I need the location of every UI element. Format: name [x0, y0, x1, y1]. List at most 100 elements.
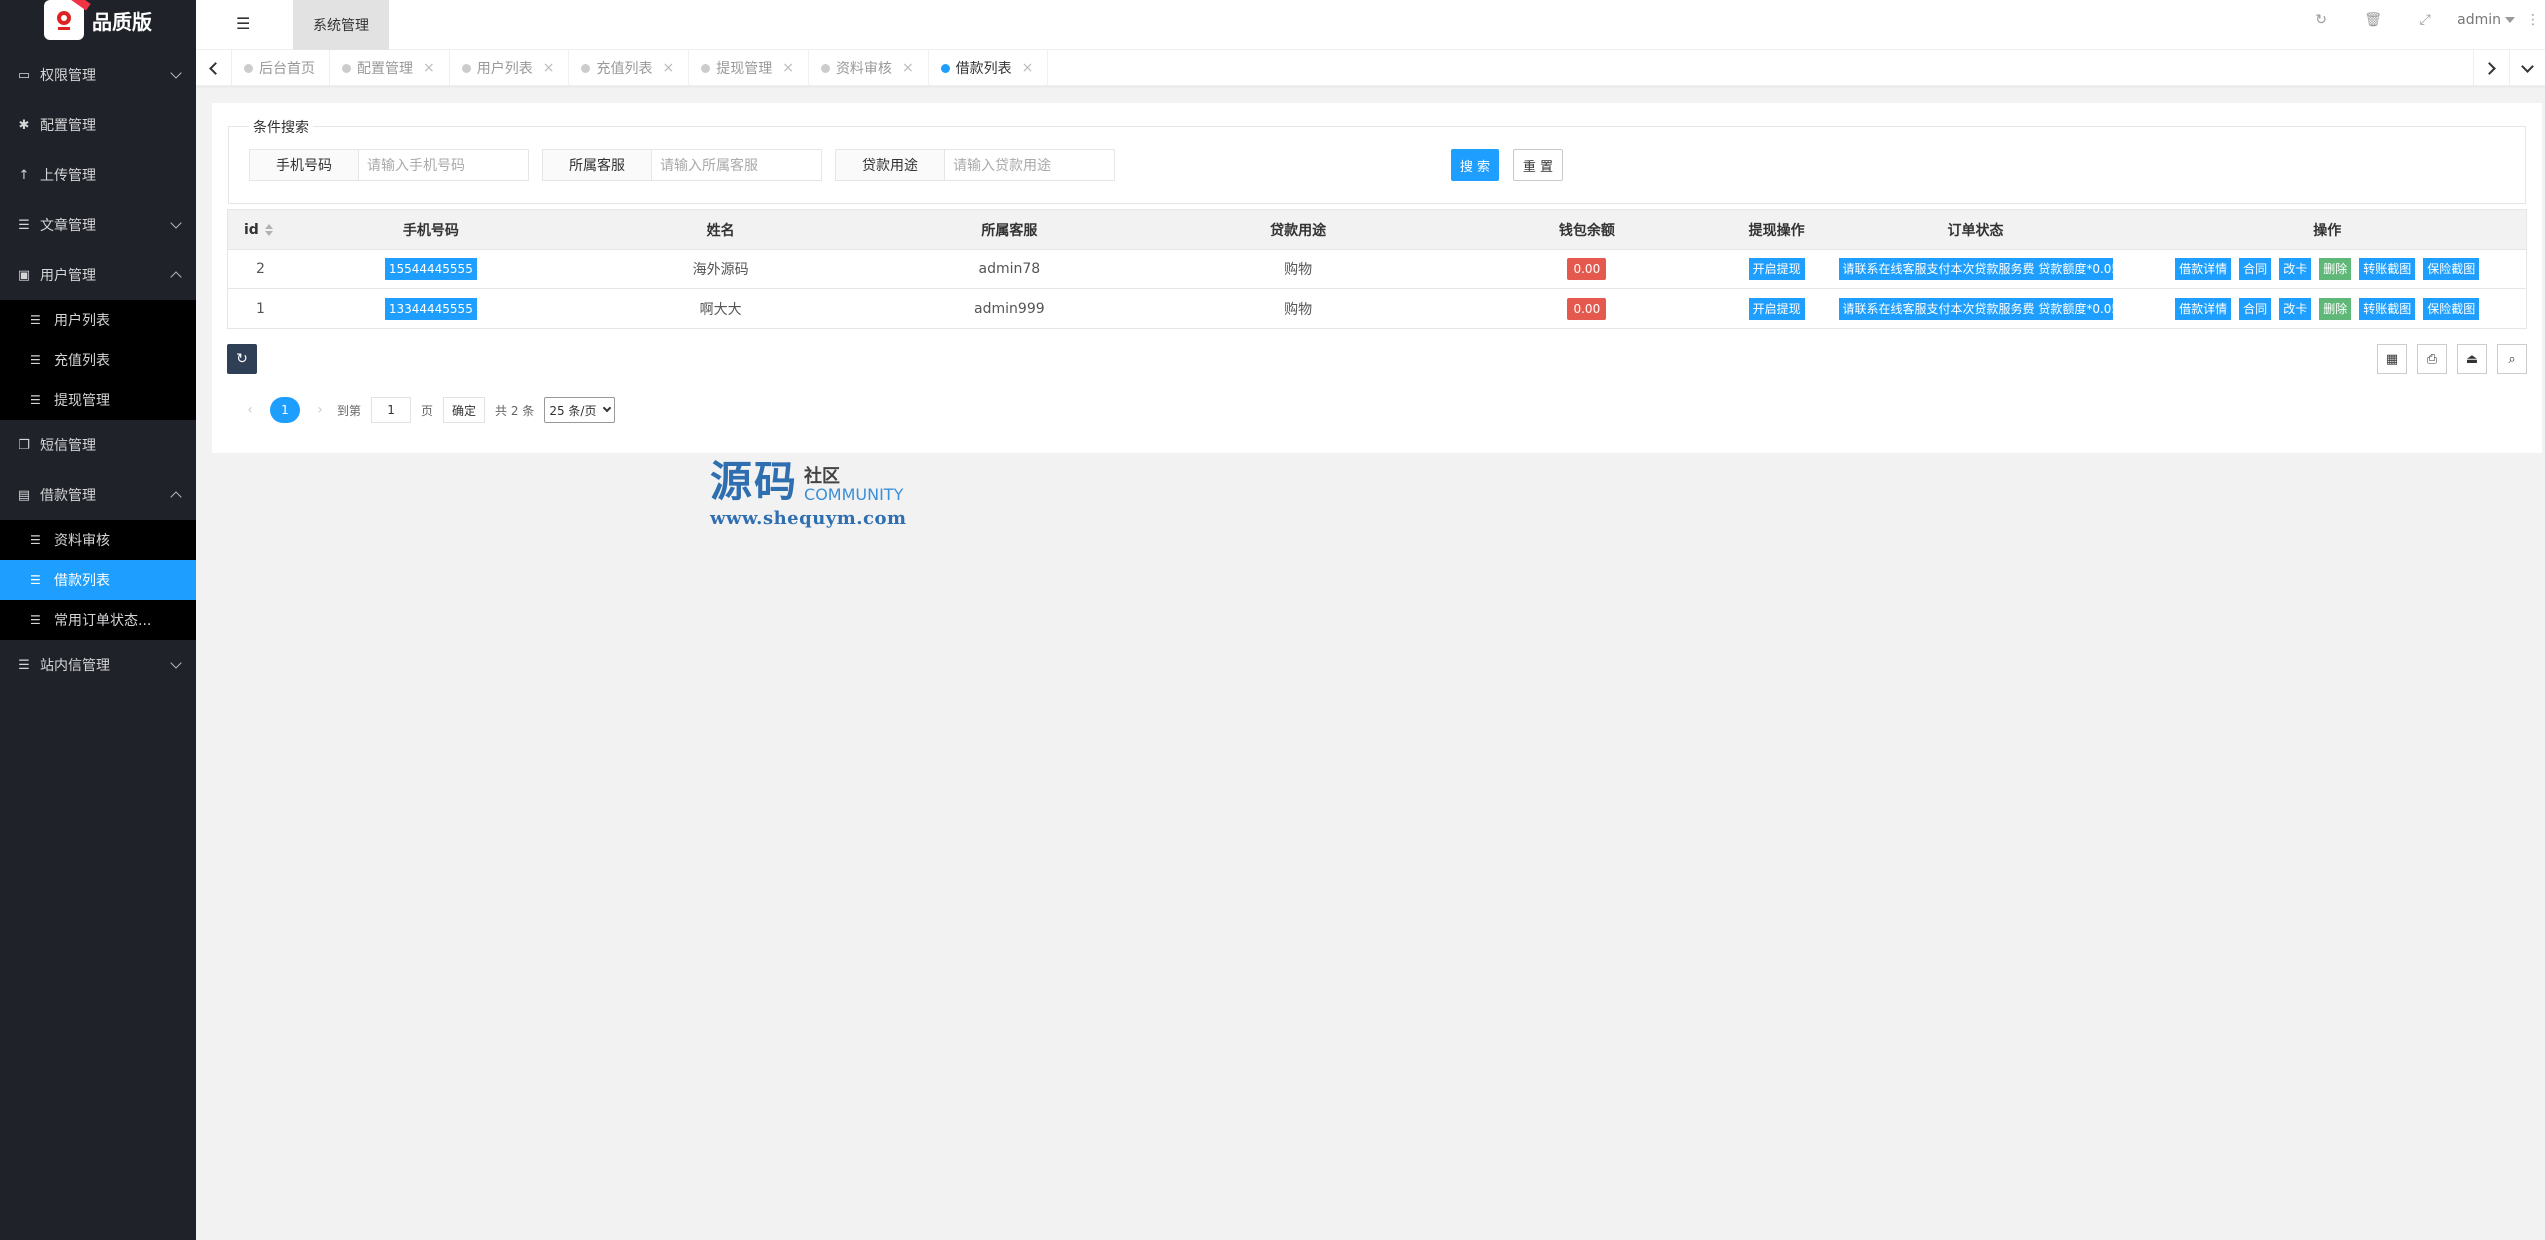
chevron-right-icon — [2483, 61, 2496, 75]
sidebar-item-withdraw[interactable]: ☰ 提现管理 — [0, 380, 196, 420]
change-card-button[interactable]: 改卡 — [2279, 297, 2312, 320]
chevron-down-icon — [2521, 59, 2534, 73]
loan-table: id 手机号码 姓名 所属客服 贷款用途 钱包余额 提现操作 订单状态 操作 2… — [227, 209, 2527, 329]
tab-bar: 后台首页 配置管理 × 用户列表 × 充值列表 × 提现管理 × 资料审核 × — [196, 50, 2545, 86]
trash-icon[interactable]: 🗑 — [2347, 12, 2399, 28]
reset-button[interactable]: 重 置 — [1513, 149, 1563, 181]
user-menu[interactable]: admin — [2451, 12, 2521, 28]
menu-user[interactable]: ▣ 用户管理 — [0, 250, 196, 300]
close-icon[interactable]: × — [543, 60, 555, 76]
columns-icon[interactable]: ▦ — [2377, 344, 2407, 374]
cell-id: 2 — [256, 261, 265, 277]
close-icon[interactable]: × — [902, 60, 914, 76]
insurance-screenshot-button[interactable]: 保险截图 — [2423, 258, 2480, 280]
cell-balance: 0.00 — [1443, 250, 1731, 288]
enable-withdraw-button[interactable]: 开启提现 — [1748, 297, 1805, 320]
tab-recharge-list[interactable]: 充值列表 × — [569, 50, 690, 86]
menu-loan[interactable]: ▤ 借款管理 — [0, 470, 196, 520]
tab-dot — [342, 63, 351, 73]
header-tab-system[interactable]: 系统管理 — [293, 0, 389, 50]
menu-article[interactable]: ☰ 文章管理 — [0, 200, 196, 250]
loan-detail-button[interactable]: 借款详情 — [2175, 297, 2232, 320]
current-page[interactable]: 1 — [270, 397, 300, 423]
col-id[interactable]: id — [228, 210, 286, 249]
more-icon[interactable]: ⋮ — [2521, 12, 2545, 28]
delete-button[interactable]: 删除 — [2319, 258, 2352, 280]
search-button[interactable]: 搜 索 — [1451, 149, 1499, 181]
submenu-user: ☰ 用户列表 ☰ 充值列表 ☰ 提现管理 — [0, 300, 196, 420]
transfer-screenshot-button[interactable]: 转账截图 — [2359, 297, 2416, 320]
cell-purpose: 购物 — [1284, 262, 1313, 278]
menu-sms[interactable]: ❐ 短信管理 — [0, 420, 196, 470]
field-label: 所属客服 — [542, 149, 652, 181]
service-input[interactable]: 请输入所属客服 — [652, 149, 822, 181]
tab-scroll-right[interactable] — [2473, 50, 2509, 86]
fullscreen-icon[interactable]: ⤢ — [2399, 12, 2451, 28]
tab-scroll-left[interactable] — [196, 50, 232, 86]
cell-actions: 借款详情 合同 改卡 删除 转账截图 保险截图 — [2128, 289, 2526, 328]
loan-detail-button[interactable]: 借款详情 — [2175, 258, 2232, 280]
sidebar-item-review[interactable]: ☰ 资料审核 — [0, 520, 196, 560]
list-icon: ☰ — [30, 313, 41, 327]
change-card-button[interactable]: 改卡 — [2279, 258, 2312, 280]
menu-permission[interactable]: ▭ 权限管理 — [0, 50, 196, 100]
transfer-screenshot-button[interactable]: 转账截图 — [2359, 258, 2416, 280]
cell-name: 啊大大 — [699, 301, 742, 318]
cell-purpose: 购物 — [1284, 301, 1313, 318]
list-icon: ☰ — [30, 573, 41, 587]
sidebar-item-loan-list[interactable]: ☰ 借款列表 — [0, 560, 196, 600]
page-size-select[interactable]: 25 条/页 — [544, 397, 616, 423]
contract-button[interactable]: 合同 — [2239, 258, 2272, 280]
phone-input[interactable]: 请输入手机号码 — [359, 149, 529, 181]
print-icon[interactable]: ⎙ — [2417, 344, 2447, 374]
tab-home[interactable]: 后台首页 — [232, 50, 330, 86]
close-icon[interactable]: × — [423, 60, 435, 76]
page-unit: 页 — [421, 403, 434, 418]
purpose-input[interactable]: 请输入贷款用途 — [945, 149, 1115, 181]
sort-icon[interactable] — [264, 223, 273, 236]
page-input[interactable]: 1 — [371, 397, 412, 423]
delete-button[interactable]: 删除 — [2319, 297, 2352, 320]
table-refresh-button[interactable]: ↻ — [227, 344, 257, 374]
menu-message[interactable]: ☰ 站内信管理 — [0, 640, 196, 690]
table-row: 1 13344445555 啊大大 admin999 购物 0.00 开启提现 … — [228, 289, 2526, 328]
menu-toggle-icon[interactable]: ☰ — [236, 14, 250, 33]
sidebar-item-label: 充值列表 — [54, 353, 110, 369]
contract-button[interactable]: 合同 — [2239, 297, 2272, 320]
tab-config[interactable]: 配置管理 × — [330, 50, 450, 86]
sidebar-item-user-list[interactable]: ☰ 用户列表 — [0, 300, 196, 340]
enable-withdraw-button[interactable]: 开启提现 — [1748, 258, 1805, 280]
search-icon[interactable]: ⌕ — [2497, 344, 2527, 374]
tab-review[interactable]: 资料审核 × — [809, 50, 929, 86]
menu-label: 权限管理 — [40, 68, 96, 84]
tab-label: 用户列表 — [476, 61, 533, 77]
balance-badge: 0.00 — [1567, 297, 1607, 320]
col-balance: 钱包余额 — [1558, 222, 1615, 239]
list-icon: ☰ — [18, 657, 30, 673]
col-service: 所属客服 — [981, 222, 1038, 239]
chevron-down-icon — [170, 217, 182, 229]
table-tools: ▦ ⎙ ⏏ ⌕ — [2367, 344, 2527, 374]
logo-image — [44, 0, 84, 40]
confirm-button[interactable]: 确定 — [443, 397, 486, 423]
sidebar-item-recharge-list[interactable]: ☰ 充值列表 — [0, 340, 196, 380]
next-page-icon[interactable]: › — [308, 402, 332, 418]
insurance-screenshot-button[interactable]: 保险截图 — [2423, 297, 2480, 320]
menu-upload[interactable]: ↑ 上传管理 — [0, 150, 196, 200]
tab-dropdown[interactable] — [2509, 50, 2545, 86]
cell-status: 请联系在线客服支付本次贷款服务费 贷款额度*0.05 — [1823, 289, 2129, 328]
refresh-icon[interactable]: ↻ — [2295, 12, 2347, 28]
menu-config[interactable]: ✱ 配置管理 — [0, 100, 196, 150]
close-icon[interactable]: × — [662, 60, 674, 76]
close-icon[interactable]: × — [782, 60, 794, 76]
close-icon[interactable]: × — [1022, 60, 1034, 76]
copy-icon: ❐ — [18, 437, 30, 453]
tab-user-list[interactable]: 用户列表 × — [450, 50, 570, 86]
export-icon[interactable]: ⏏ — [2457, 344, 2487, 374]
prev-page-icon[interactable]: ‹ — [238, 402, 262, 418]
sidebar-item-order-status[interactable]: ☰ 常用订单状态... — [0, 600, 196, 640]
tab-withdraw[interactable]: 提现管理 × — [689, 50, 809, 86]
tab-loan-list[interactable]: 借款列表 × — [929, 50, 1049, 86]
content-card: 条件搜索 手机号码 请输入手机号码 所属客服 请输入所属客服 贷款用途 请输入贷… — [212, 103, 2542, 453]
tab-dot — [701, 63, 711, 73]
